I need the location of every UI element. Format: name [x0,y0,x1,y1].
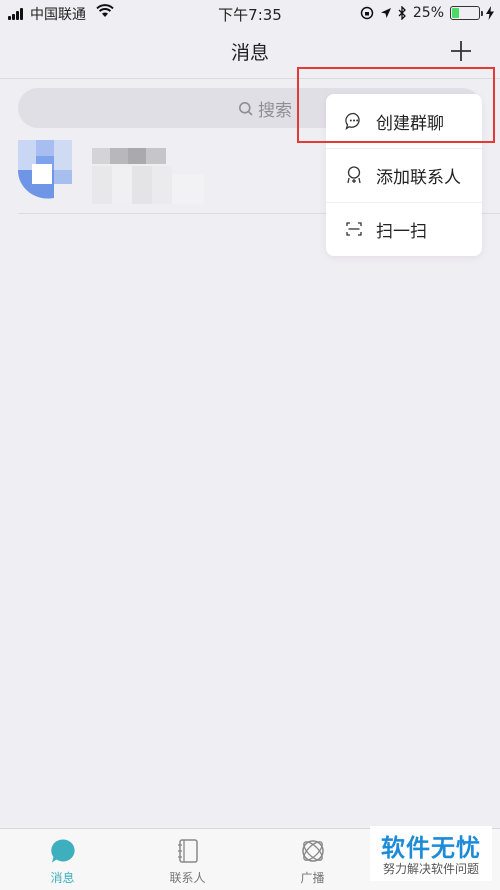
add-button[interactable] [446,34,476,68]
search-icon [239,101,253,116]
battery-percent: 25% [412,5,444,21]
page-title: 消息 [230,42,269,64]
tab-label: 联系人 [169,871,206,885]
watermark-subtitle: 努力解决软件问题 [382,862,479,876]
scan-icon [346,222,362,236]
watermark-logo: 软件无忧 努力解决软件问题 [370,826,492,881]
tab-messages[interactable]: 消息 [0,829,125,889]
watermark-title: 软件无忧 [381,834,481,862]
tab-label: 消息 [50,871,75,885]
tab-contacts[interactable]: 联系人 [125,829,250,889]
highlight-annotation [297,67,495,143]
menu-item-scan[interactable]: 扫一扫 [326,202,482,256]
tab-label: 广播 [300,871,325,885]
status-bar: 中国联通 下午7:35 25% [0,0,500,26]
menu-item-add-contact[interactable]: 添加联系人 [326,148,482,202]
broadcast-icon [302,840,324,862]
location-arrow-icon [380,8,391,18]
plus-icon [451,41,471,61]
contacts-book-icon [178,839,198,863]
status-right-group: 25% [360,4,494,22]
add-contact-icon [347,166,361,184]
search-placeholder: 搜索 [258,101,292,121]
menu-item-label: 添加联系人 [376,168,461,188]
charging-bolt-icon [486,6,494,20]
menu-item-label: 扫一扫 [376,222,427,242]
orientation-lock-icon [360,6,374,20]
bluetooth-icon [398,6,406,20]
avatar [18,140,204,204]
message-icon [51,839,75,863]
battery-icon [450,6,483,20]
tab-broadcast[interactable]: 广播 [250,829,375,889]
